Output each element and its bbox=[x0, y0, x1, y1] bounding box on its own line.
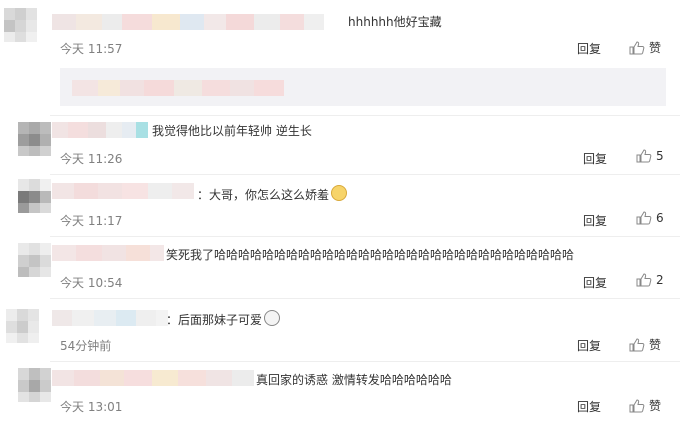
comment-text-content: ：后面那妹子可爱 bbox=[166, 313, 263, 327]
avatar[interactable] bbox=[18, 179, 52, 213]
like-button[interactable]: 2 bbox=[636, 273, 664, 287]
comment-text: hhhhhh他好宝藏 bbox=[348, 15, 442, 29]
thumbs-up-icon bbox=[629, 337, 645, 351]
comment-time: 54分钟前 bbox=[60, 339, 112, 353]
like-button[interactable]: 5 bbox=[636, 149, 664, 163]
reply-button[interactable]: 回复 bbox=[577, 398, 601, 415]
blurred-username bbox=[52, 122, 148, 138]
comment-text: 我觉得他比以前年轻帅 逆生长 bbox=[152, 124, 312, 138]
avatar[interactable] bbox=[18, 243, 52, 277]
blurred-sub-reply bbox=[72, 80, 284, 96]
comment-text-content: ：大哥，你怎么这么娇羞 bbox=[197, 188, 330, 202]
thumbs-up-icon bbox=[629, 398, 645, 412]
like-count: 6 bbox=[656, 211, 664, 225]
comment-text: 笑死我了哈哈哈哈哈哈哈哈哈哈哈哈哈哈哈哈哈哈哈哈哈哈哈哈哈哈哈哈哈哈 bbox=[166, 248, 575, 262]
like-label: 赞 bbox=[649, 338, 662, 352]
comment-time: 今天 11:57 bbox=[60, 42, 123, 56]
blurred-username bbox=[52, 370, 254, 386]
blurred-username bbox=[52, 245, 164, 261]
comment-time: 今天 11:17 bbox=[60, 214, 123, 228]
avatar[interactable] bbox=[18, 122, 52, 156]
comment-text: 真回家的诱惑 激情转发哈哈哈哈哈哈 bbox=[256, 373, 452, 387]
thumbs-up-icon bbox=[629, 40, 645, 54]
like-button[interactable]: 赞 bbox=[629, 397, 661, 414]
like-label: 赞 bbox=[649, 399, 662, 413]
smile-emoji-icon bbox=[264, 310, 281, 326]
blurred-username bbox=[52, 310, 168, 326]
comment-text: ：后面那妹子可爱 bbox=[166, 310, 281, 328]
thumbs-up-icon bbox=[636, 273, 652, 287]
shy-cat-emoji-icon bbox=[331, 185, 348, 201]
blurred-username bbox=[52, 183, 194, 199]
comment-item: 我觉得他比以前年轻帅 逆生长 今天 11:26 回复 5 bbox=[0, 116, 680, 176]
comment-time: 今天 10:54 bbox=[60, 276, 123, 290]
like-label: 赞 bbox=[649, 41, 662, 55]
sub-reply-box bbox=[60, 68, 666, 106]
comment-text: ：大哥，你怎么这么娇羞 bbox=[197, 185, 348, 203]
blurred-username bbox=[52, 14, 324, 30]
comment-item: 真回家的诱惑 激情转发哈哈哈哈哈哈 今天 13:01 回复 赞 bbox=[0, 362, 680, 425]
like-button[interactable]: 6 bbox=[636, 211, 664, 225]
like-count: 2 bbox=[656, 273, 664, 287]
avatar[interactable] bbox=[6, 309, 40, 343]
like-button[interactable]: 赞 bbox=[629, 336, 661, 353]
comment-item: 笑死我了哈哈哈哈哈哈哈哈哈哈哈哈哈哈哈哈哈哈哈哈哈哈哈哈哈哈哈哈哈哈 今天 10… bbox=[0, 237, 680, 297]
reply-button[interactable]: 回复 bbox=[583, 212, 607, 229]
like-button[interactable]: 赞 bbox=[629, 39, 661, 56]
reply-button[interactable]: 回复 bbox=[577, 337, 601, 354]
like-count: 5 bbox=[656, 149, 664, 163]
comment-item: ：后面那妹子可爱 54分钟前 回复 赞 bbox=[0, 299, 680, 359]
thumbs-up-icon bbox=[636, 211, 652, 225]
avatar[interactable] bbox=[4, 8, 38, 42]
comment-time: 今天 13:01 bbox=[60, 400, 123, 414]
comment-item: ：大哥，你怎么这么娇羞 今天 11:17 回复 6 bbox=[0, 175, 680, 235]
reply-button[interactable]: 回复 bbox=[583, 150, 607, 167]
reply-button[interactable]: 回复 bbox=[583, 274, 607, 291]
comment-time: 今天 11:26 bbox=[60, 152, 123, 166]
thumbs-up-icon bbox=[636, 149, 652, 163]
reply-button[interactable]: 回复 bbox=[577, 40, 601, 57]
avatar[interactable] bbox=[18, 368, 52, 402]
comment-item: hhhhhh他好宝藏 今天 11:57 回复 赞 bbox=[0, 0, 680, 110]
